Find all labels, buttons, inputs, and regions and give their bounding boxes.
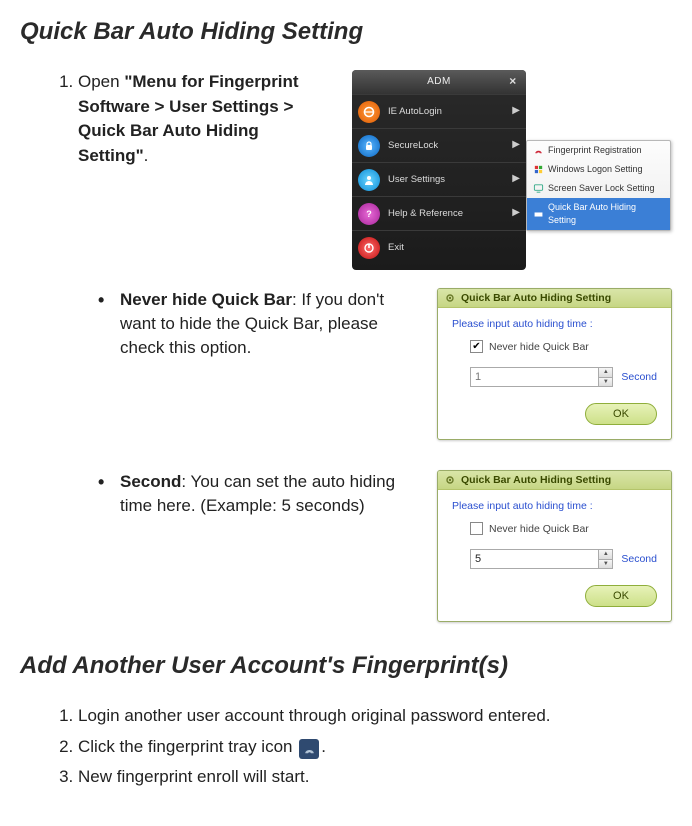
adm-title-text: ADM (427, 75, 451, 90)
user-icon (358, 169, 380, 191)
checkbox-label: Never hide Quick Bar (489, 341, 589, 353)
step2-1: Login another user account through origi… (78, 704, 672, 729)
seconds-spinner-disabled: 1 ▲▼ (470, 367, 613, 387)
submenu-item-quickbar[interactable]: Quick Bar Auto Hiding Setting (527, 198, 670, 230)
ok-button[interactable]: OK (585, 403, 657, 425)
spinner-value: 5 (475, 553, 481, 565)
adm-label: Exit (388, 241, 520, 255)
submenu-item-fpreg[interactable]: Fingerprint Registration (527, 141, 670, 160)
chevron-right-icon: ▶ (512, 172, 520, 187)
submenu-label: Windows Logon Setting (548, 163, 643, 176)
steps-list-2: Login another user account through origi… (20, 704, 672, 790)
adm-label: Help & Reference (388, 207, 512, 221)
second-label: Second (621, 553, 657, 565)
dialog-seconds: Quick Bar Auto Hiding Setting Please inp… (437, 470, 672, 622)
adm-row-help[interactable]: ? Help & Reference ▶ (352, 196, 526, 230)
step2-2-suffix: . (321, 737, 326, 756)
help-icon: ? (358, 203, 380, 225)
bullet-never: Never hide Quick Bar: If you don't want … (98, 288, 672, 440)
step-1: Open "Menu for Fingerprint Software > Us… (78, 70, 672, 270)
submenu-item-screensaver[interactable]: Screen Saver Lock Setting (527, 179, 670, 198)
gear-icon (444, 474, 456, 486)
step2-3: New fingerprint enroll will start. (78, 765, 672, 790)
seconds-spinner[interactable]: 5 ▲▼ (470, 549, 613, 569)
submenu-label: Screen Saver Lock Setting (548, 182, 655, 195)
checkbox-unchecked-icon[interactable] (470, 522, 483, 535)
chevron-right-icon: ▶ (512, 104, 520, 119)
close-icon[interactable]: × (506, 74, 520, 88)
bullet-bold: Never hide Quick Bar (120, 290, 292, 309)
dialog-never-hide: Quick Bar Auto Hiding Setting Please inp… (437, 288, 672, 440)
submenu-label: Fingerprint Registration (548, 144, 642, 157)
dialog-titlebar: Quick Bar Auto Hiding Setting (438, 289, 671, 308)
step2-2: Click the fingerprint tray icon . (78, 735, 672, 760)
spinner-buttons[interactable]: ▲▼ (598, 550, 612, 568)
svg-text:?: ? (366, 209, 372, 219)
ie-icon (358, 101, 380, 123)
spinner-buttons: ▲▼ (598, 368, 612, 386)
ok-button[interactable]: OK (585, 585, 657, 607)
adm-titlebar: ADM × (352, 70, 526, 94)
power-icon (358, 237, 380, 259)
never-hide-checkbox-row[interactable]: ✔ Never hide Quick Bar (470, 340, 657, 353)
chevron-right-icon: ▶ (512, 138, 520, 153)
adm-label: SecureLock (388, 139, 512, 153)
second-label: Second (621, 371, 657, 383)
fingerprint-icon (532, 145, 544, 157)
checkbox-checked-icon[interactable]: ✔ (470, 340, 483, 353)
bullet-second: Second: You can set the auto hiding time… (98, 470, 672, 622)
checkbox-label: Never hide Quick Bar (489, 523, 589, 535)
adm-row-ie[interactable]: IE AutoLogin ▶ (352, 94, 526, 128)
spinner-up-icon: ▲ (599, 368, 612, 378)
dialog-title: Quick Bar Auto Hiding Setting (461, 292, 611, 304)
step2-2-prefix: Click the fingerprint tray icon (78, 737, 297, 756)
chevron-right-icon: ▶ (512, 206, 520, 221)
section-title-quickbar: Quick Bar Auto Hiding Setting (20, 18, 672, 46)
adm-row-exit[interactable]: Exit (352, 230, 526, 264)
bullet-list: Never hide Quick Bar: If you don't want … (98, 288, 672, 622)
adm-row-securelock[interactable]: SecureLock ▶ (352, 128, 526, 162)
user-settings-submenu: Fingerprint Registration Windows Logon S… (526, 140, 671, 231)
submenu-item-winlogon[interactable]: Windows Logon Setting (527, 160, 670, 179)
bullet-bold: Second (120, 472, 181, 491)
spinner-down-icon[interactable]: ▼ (599, 560, 612, 569)
dialog-prompt: Please input auto hiding time : (452, 500, 657, 512)
gear-icon (444, 292, 456, 304)
step1-open: Open (78, 72, 124, 91)
dialog-prompt: Please input auto hiding time : (452, 318, 657, 330)
section-title-adduser: Add Another User Account's Fingerprint(s… (20, 652, 672, 680)
adm-menu: ADM × IE AutoLogin ▶ Secur (352, 70, 526, 270)
lock-icon (358, 135, 380, 157)
never-hide-checkbox-row[interactable]: Never hide Quick Bar (470, 522, 657, 535)
adm-label: User Settings (388, 173, 512, 187)
steps-list-1: Open "Menu for Fingerprint Software > Us… (20, 70, 672, 270)
dialog-title: Quick Bar Auto Hiding Setting (461, 474, 611, 486)
step1-dot: . (144, 146, 149, 165)
screensaver-icon (532, 183, 544, 195)
dialog-titlebar: Quick Bar Auto Hiding Setting (438, 471, 671, 490)
adm-label: IE AutoLogin (388, 105, 512, 119)
adm-screenshot: ADM × IE AutoLogin ▶ Secur (352, 70, 672, 270)
quickbar-icon (532, 208, 544, 220)
adm-row-usersettings[interactable]: User Settings ▶ (352, 162, 526, 196)
spinner-down-icon: ▼ (599, 378, 612, 387)
submenu-label: Quick Bar Auto Hiding Setting (548, 201, 665, 227)
fingerprint-tray-icon (299, 739, 319, 759)
windows-icon (532, 164, 544, 176)
spinner-value: 1 (475, 371, 481, 383)
spinner-up-icon[interactable]: ▲ (599, 550, 612, 560)
